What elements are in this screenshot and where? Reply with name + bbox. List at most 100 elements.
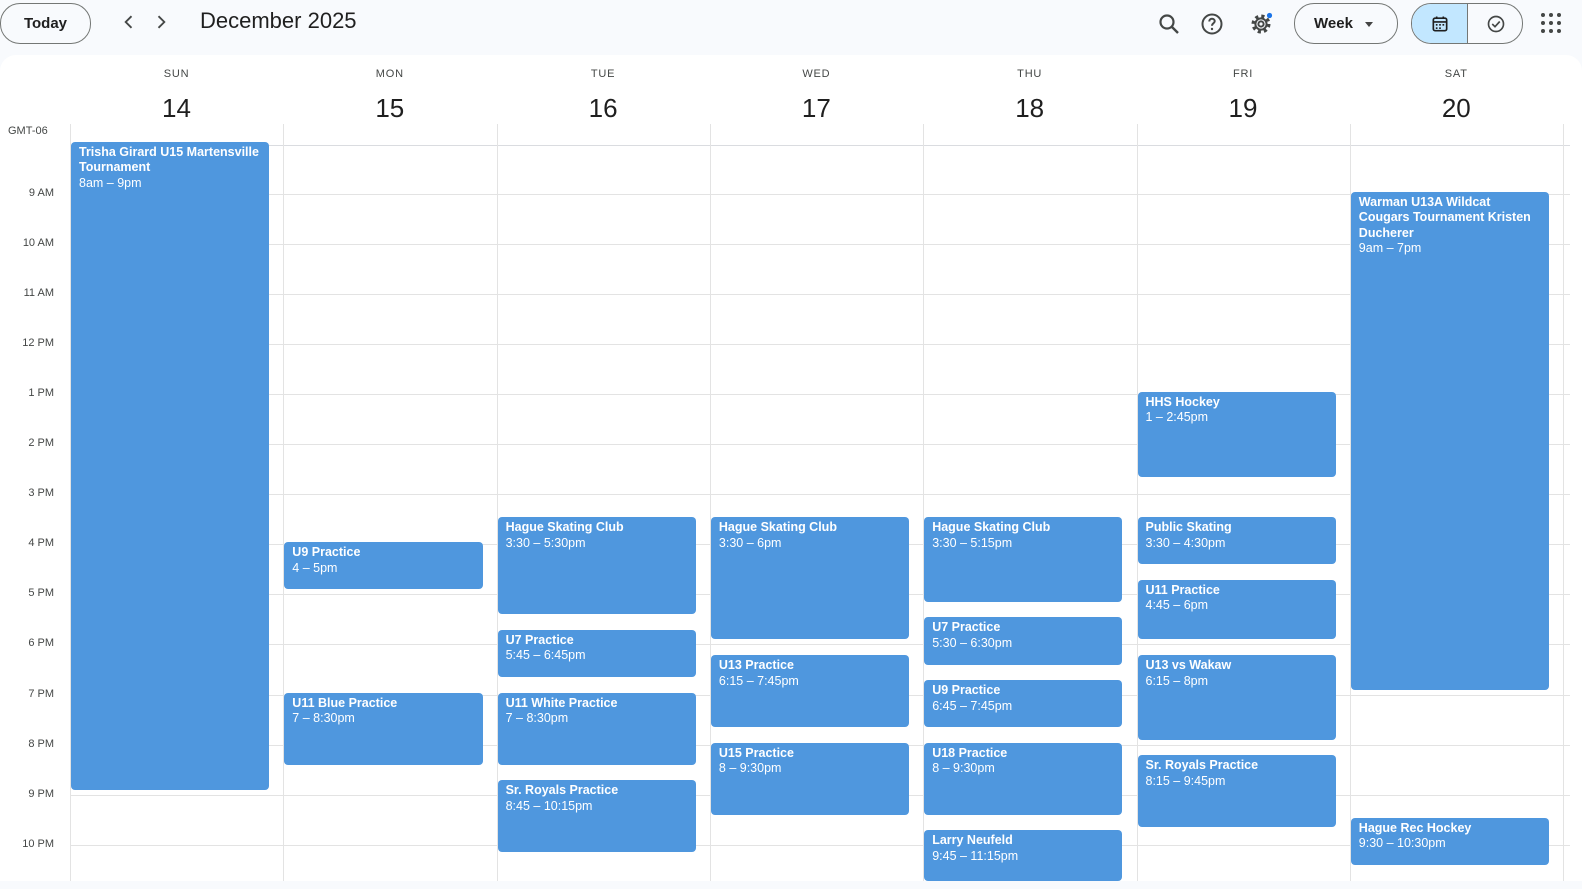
day-number[interactable]: 15 — [283, 93, 496, 124]
event-title: U11 White Practice — [505, 695, 618, 710]
hour-gridline — [70, 293, 1570, 295]
view-selector[interactable]: Week — [1294, 3, 1398, 44]
hour-gridline — [70, 393, 1570, 395]
event-title: Hague Skating Club — [505, 520, 624, 535]
hour-gridline — [70, 243, 1570, 245]
calendar-event[interactable]: U11 White Practice 7 – 8:30pm — [497, 692, 696, 765]
day-number[interactable]: 16 — [497, 93, 710, 124]
day-column-divider — [283, 124, 285, 881]
calendar-event[interactable]: U13 vs Wakaw 6:15 – 8pm — [1137, 655, 1336, 740]
event-title: Larry Neufeld — [932, 833, 1013, 848]
calendar-event[interactable]: U7 Practice 5:45 – 6:45pm — [497, 629, 696, 678]
next-week-button[interactable] — [146, 8, 176, 38]
calendar-event[interactable]: Hague Skating Club 3:30 – 5:15pm — [924, 517, 1123, 602]
event-title: U11 Practice — [1145, 582, 1220, 597]
hour-label: 9 PM — [28, 787, 54, 800]
hour-label: 12 PM — [22, 336, 54, 349]
event-time: 8 – 9:30pm — [718, 761, 782, 776]
tasks-mode-button[interactable] — [1468, 4, 1522, 43]
event-title: Hague Rec Hockey — [1358, 820, 1472, 835]
event-time: 3:30 – 5:30pm — [505, 535, 586, 550]
search-button[interactable] — [1150, 5, 1188, 43]
event-time: 9:30 – 10:30pm — [1358, 836, 1446, 851]
previous-week-button[interactable] — [114, 8, 144, 38]
calendar-event[interactable]: U15 Practice 8 – 9:30pm — [710, 742, 910, 815]
event-time: 4:45 – 6pm — [1145, 598, 1209, 613]
day-of-week-label: WED — [802, 68, 831, 80]
help-button[interactable] — [1193, 5, 1231, 43]
event-title: Trisha Girard U15 Martensville Tournamen… — [79, 144, 259, 175]
day-number[interactable]: 17 — [710, 93, 923, 124]
event-title: Public Skating — [1145, 520, 1232, 535]
event-time: 6:15 – 7:45pm — [718, 673, 799, 688]
event-time: 5:45 – 6:45pm — [505, 648, 586, 663]
event-title: U7 Practice — [932, 620, 1001, 635]
hour-label: 3 PM — [28, 487, 54, 500]
event-title: U18 Practice — [932, 745, 1008, 760]
calendar-event[interactable]: HHS Hockey 1 – 2:45pm — [1137, 391, 1336, 477]
event-title: U13 Practice — [718, 658, 794, 673]
hour-label: 10 PM — [22, 837, 54, 850]
event-title: U9 Practice — [292, 545, 361, 560]
hour-label: 2 PM — [28, 437, 54, 450]
settings-button[interactable] — [1242, 5, 1280, 43]
event-time: 4 – 5pm — [292, 560, 338, 575]
event-time: 8:45 – 10:15pm — [505, 798, 593, 813]
caret-down-icon — [1365, 22, 1373, 27]
event-time: 3:30 – 6pm — [718, 535, 782, 550]
event-title: Sr. Royals Practice — [1145, 758, 1259, 773]
hour-label: 10 AM — [22, 236, 54, 249]
event-title: HHS Hockey — [1145, 394, 1220, 409]
event-title: Warman U13A Wildcat Cougars Tournament K… — [1358, 194, 1531, 240]
calendar-event[interactable]: Public Skating 3:30 – 4:30pm — [1137, 517, 1336, 565]
apps-icon[interactable] — [1540, 12, 1562, 34]
hour-gridline — [70, 494, 1570, 496]
calendar-event[interactable]: U7 Practice 5:30 – 6:30pm — [924, 617, 1123, 665]
event-time: 8am – 9pm — [79, 175, 142, 190]
hour-label: 7 PM — [28, 687, 54, 700]
chevron-right-icon — [157, 15, 166, 28]
hour-gridline — [70, 644, 1570, 646]
event-time: 8:15 – 9:45pm — [1145, 773, 1226, 788]
event-title: U7 Practice — [505, 632, 574, 647]
day-number[interactable]: 19 — [1137, 93, 1350, 124]
calendar-event[interactable]: Hague Rec Hockey 9:30 – 10:30pm — [1350, 817, 1550, 865]
hour-label: 11 AM — [23, 286, 54, 299]
view-selector-label: Week — [1314, 15, 1353, 32]
day-column-divider — [1563, 124, 1565, 881]
day-of-week-label: SAT — [1444, 68, 1468, 80]
event-title: U11 Blue Practice — [292, 695, 398, 710]
event-time: 6:45 – 7:45pm — [932, 698, 1013, 713]
calendar-event[interactable]: Sr. Royals Practice 8:45 – 10:15pm — [497, 780, 696, 853]
calendar-event[interactable]: Hague Skating Club 3:30 – 5:30pm — [497, 517, 696, 615]
search-icon — [1159, 14, 1179, 34]
calendar-event[interactable]: Sr. Royals Practice 8:15 – 9:45pm — [1137, 755, 1336, 828]
calendar-event[interactable]: U9 Practice 6:45 – 7:45pm — [924, 680, 1123, 728]
calendar-event[interactable]: Trisha Girard U15 Martensville Tournamen… — [71, 141, 270, 790]
calendar-event[interactable]: U11 Practice 4:45 – 6pm — [1137, 579, 1336, 640]
today-button[interactable]: Today — [0, 3, 91, 44]
time-grid[interactable]: 9 AM 10 AM 11 AM 12 PM 1 PM 2 PM 3 PM 4 PM 5 PM 6… — [0, 124, 1582, 881]
calendar-event[interactable]: Warman U13A Wildcat Cougars Tournament K… — [1350, 191, 1550, 690]
calendar-mode-button[interactable] — [1412, 4, 1468, 43]
help-icon — [1201, 13, 1223, 35]
calendar-event[interactable]: U18 Practice 8 – 9:30pm — [924, 742, 1123, 815]
event-title: Sr. Royals Practice — [505, 783, 619, 798]
hour-gridline — [70, 844, 1570, 846]
calendar-event[interactable]: U13 Practice 6:15 – 7:45pm — [710, 655, 910, 728]
day-number[interactable]: 18 — [923, 93, 1136, 124]
event-time: 7 – 8:30pm — [292, 711, 355, 726]
event-time: 7 – 8:30pm — [505, 711, 569, 726]
day-number[interactable]: 20 — [1350, 93, 1563, 124]
view-mode-switch — [1411, 3, 1523, 44]
calendar-event[interactable]: U11 Blue Practice 7 – 8:30pm — [284, 692, 483, 765]
day-of-week-label: MON — [375, 68, 404, 80]
calendar-event[interactable]: Larry Neufeld 9:45 – 11:15pm — [924, 830, 1123, 881]
event-time: 9:45 – 11:15pm — [932, 848, 1019, 863]
calendar-event[interactable]: Hague Skating Club 3:30 – 6pm — [710, 517, 910, 640]
day-of-week-label: THU — [1017, 68, 1043, 80]
hour-label: 1 PM — [28, 386, 54, 399]
event-time: 8 – 9:30pm — [932, 761, 995, 776]
day-number[interactable]: 14 — [70, 93, 283, 124]
calendar-event[interactable]: U9 Practice 4 – 5pm — [284, 542, 483, 590]
